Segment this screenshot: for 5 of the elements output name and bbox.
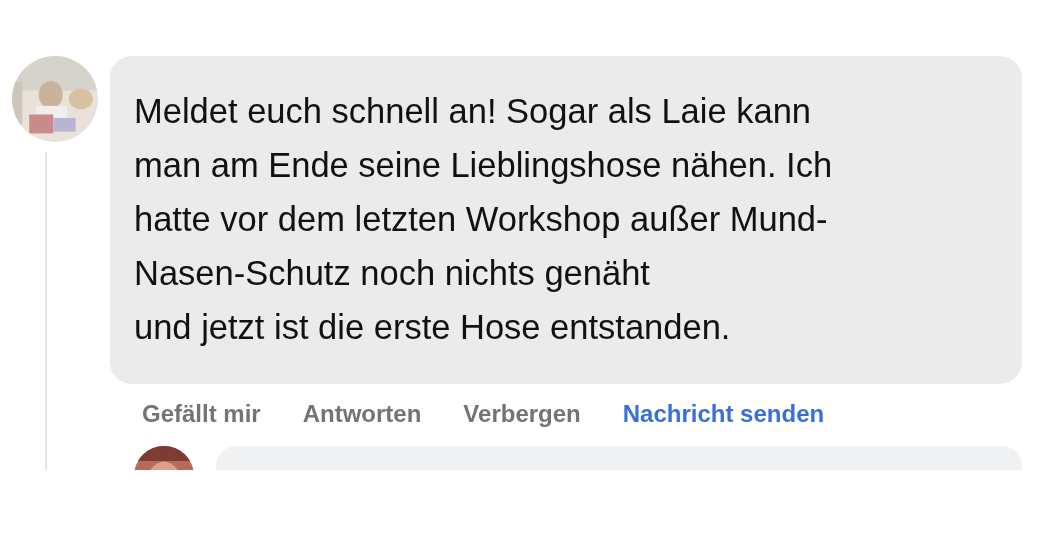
comment-bubble: Meldet euch schnell an! Sogar als Laie kann man am Ende seine Lieblingshose nähen. Ich hatte vor dem letzten Workshop außer Mund- Nasen-Schutz noch nichts genäht und jetzt ist die erste Hose entstanden. bbox=[110, 56, 1022, 384]
comment-action[interactable]: Antworten bbox=[302, 400, 422, 428]
comment-action[interactable]: Verbergen bbox=[463, 400, 581, 428]
message-link[interactable]: Nachricht senden bbox=[622, 400, 825, 428]
comment-action[interactable]: Gefällt mir bbox=[142, 400, 261, 428]
